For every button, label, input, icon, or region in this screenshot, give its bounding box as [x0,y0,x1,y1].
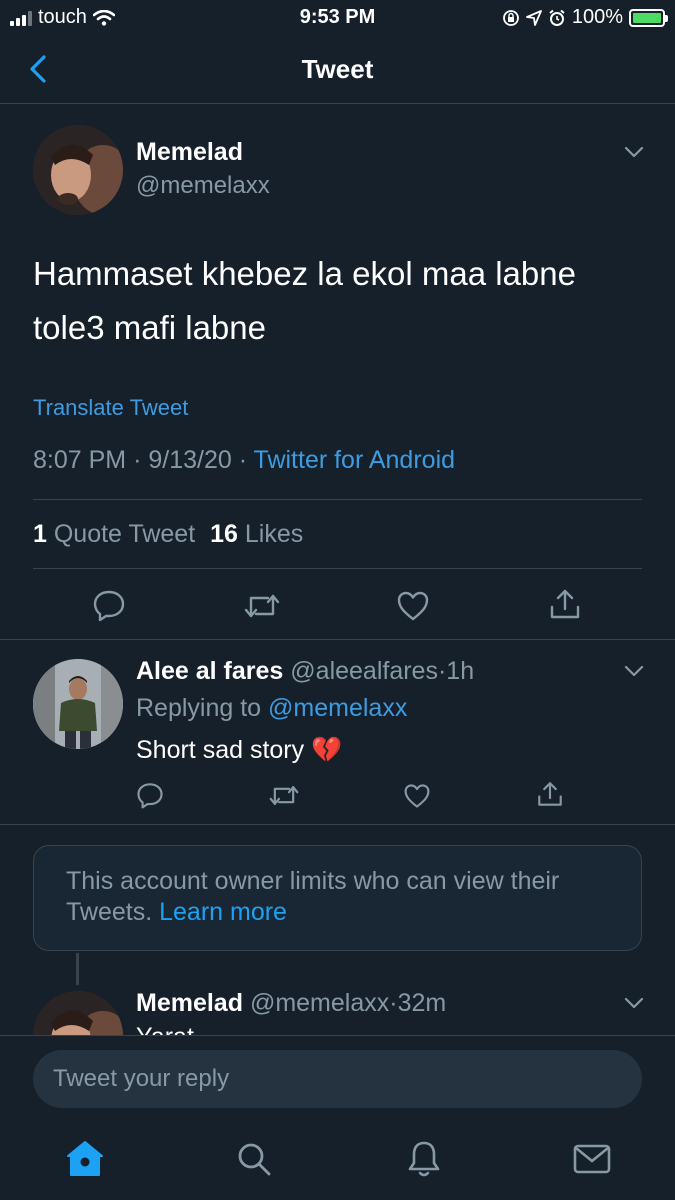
reply2-author-name[interactable]: Memelad [136,989,243,1017]
like-count: 16 [210,520,238,548]
avatar[interactable] [33,125,123,215]
restricted-notice: This account owner limits who can view t… [33,845,642,951]
replying-to: Replying to @memelaxx [136,694,407,723]
author-name[interactable]: Memelad [136,138,243,167]
tweet-time: 8:07 PM [33,446,127,474]
reply2-text: Yarat [136,1023,194,1035]
search-icon[interactable] [236,1141,272,1177]
like-icon[interactable] [403,783,431,809]
status-bar: touch 9:53 PM 100% [0,0,675,36]
chevron-down-icon[interactable] [622,142,646,162]
tweet-meta: 8:07 PM · 9/13/20 · Twitter for Android [33,446,455,475]
avatar[interactable] [33,991,123,1035]
reply-icon[interactable] [92,588,126,622]
like-label: Likes [244,520,304,548]
reply-age: 1h [446,657,475,685]
reply-icon[interactable] [136,781,164,809]
location-icon [525,9,542,26]
quote-tweets-stat[interactable]: 1 Quote Tweet [33,520,202,548]
battery-icon [629,8,668,27]
engagement-stats: 1 Quote Tweet 16 Likes [33,520,303,549]
chevron-down-icon[interactable] [622,993,646,1013]
messages-icon[interactable] [573,1144,611,1174]
notifications-icon[interactable] [406,1139,442,1179]
tweet-text-line1: Hammaset khebez la ekol maa labne [33,255,576,292]
meta-separator: · [133,446,142,474]
divider [33,568,642,569]
quote-count: 1 [33,520,47,548]
author-handle[interactable]: @memelaxx [136,172,270,200]
tweet-text-line2: tole3 mafi labne [33,309,266,346]
avatar[interactable] [33,659,123,749]
reply-author-handle[interactable]: @aleealfares [290,657,438,685]
learn-more-link[interactable]: Learn more [159,898,287,926]
battery-percent: 100% [571,6,623,28]
likes-stat[interactable]: 16 Likes [210,520,303,548]
divider [0,1035,675,1036]
retweet-icon[interactable] [269,782,299,809]
divider [0,639,675,640]
replying-to-label: Replying to [136,694,262,722]
header-bar: Tweet [0,36,675,104]
share-icon[interactable] [536,780,564,808]
reply-text: Short sad story 💔 [136,736,343,764]
divider [0,824,675,825]
reply-header: Alee al fares @aleealfares·1h [136,657,474,686]
replying-to-handle[interactable]: @memelaxx [268,694,407,722]
meta-separator: · [238,446,248,474]
reply-author-name[interactable]: Alee al fares [136,657,283,685]
reply2-header: Memelad @memelaxx·32m [136,989,446,1018]
thread-line [76,953,79,985]
retweet-icon[interactable] [244,590,280,622]
chevron-down-icon[interactable] [622,661,646,681]
reply2-author-handle[interactable]: @memelaxx [250,989,389,1017]
home-icon[interactable] [66,1140,104,1178]
translate-tweet-link[interactable]: Translate Tweet [33,395,188,421]
reply2-separator: · [389,989,398,1017]
like-icon[interactable] [396,590,430,622]
tweet-date: 9/13/20 [148,446,232,474]
divider [33,499,642,500]
rotation-lock-icon [502,9,519,26]
tweet-source-link[interactable]: Twitter for Android [254,446,455,474]
page-title: Tweet [301,54,374,84]
alarm-icon [549,9,565,26]
reply2-clip: Memelad @memelaxx·32m Yarat [0,985,675,1035]
notice-text: This account owner limits who can view t… [66,867,560,926]
reply2-age: 32m [397,989,447,1017]
share-icon[interactable] [548,587,582,621]
reply-compose-input[interactable]: Tweet your reply [33,1050,642,1108]
quote-label: Quote Tweet [53,520,196,548]
